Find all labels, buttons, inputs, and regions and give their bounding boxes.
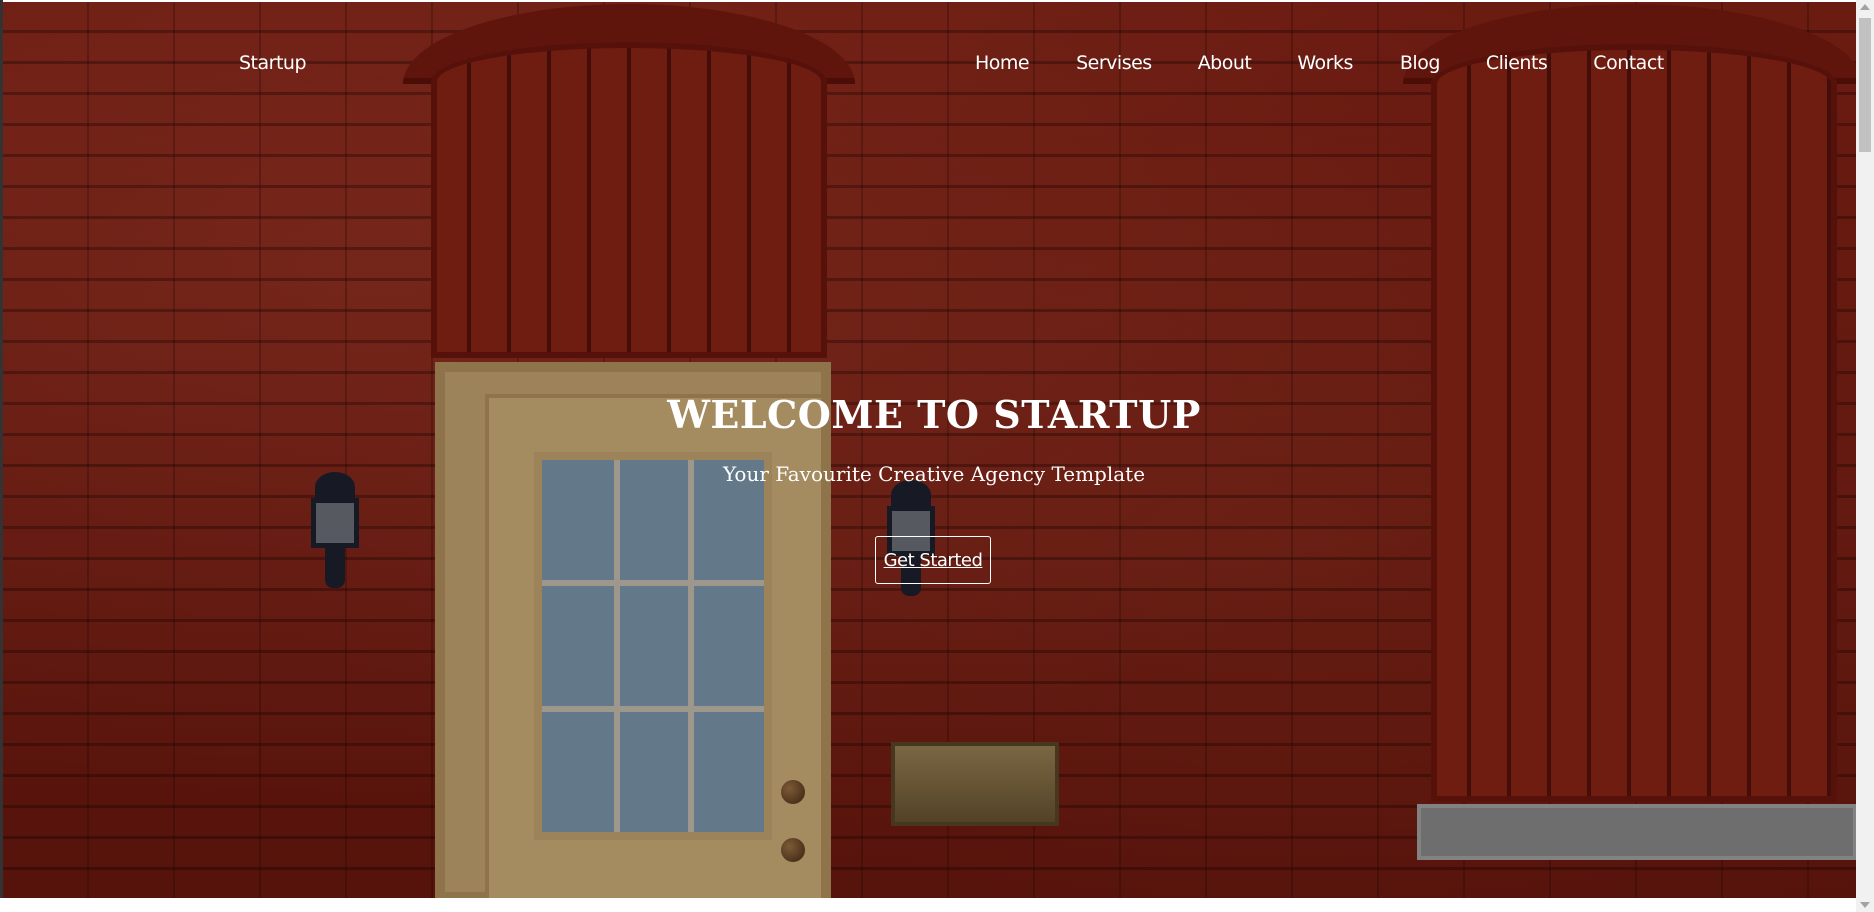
page-bottom-strip	[0, 898, 1856, 912]
door-lock	[781, 838, 805, 862]
door-window	[542, 460, 764, 832]
get-started-button[interactable]: Get Started	[875, 536, 991, 584]
scrollbar-thumb[interactable]	[1859, 18, 1871, 152]
scroll-up-arrow-icon[interactable]	[1860, 4, 1870, 10]
nav-home-link[interactable]: Home	[975, 52, 1030, 74]
nav-works-link[interactable]: Works	[1297, 52, 1353, 74]
window-sill	[1417, 804, 1856, 860]
wall-lamp-left	[305, 472, 365, 588]
brand-logo-link[interactable]: Startup	[239, 52, 307, 74]
door-knob	[781, 780, 805, 804]
mailbox	[891, 742, 1059, 826]
nav-blog-link[interactable]: Blog	[1400, 52, 1441, 74]
main-nav: Home Servises About Works Blog Clients C…	[975, 52, 1664, 74]
hero-subtitle: Your Favourite Creative Agency Template	[722, 462, 1146, 486]
browser-viewport: Startup Home Servises About Works Blog C…	[0, 0, 1874, 912]
hero-section: Startup Home Servises About Works Blog C…	[3, 2, 1856, 898]
scroll-down-arrow-icon[interactable]	[1860, 902, 1870, 908]
arched-shutter-left	[431, 42, 827, 358]
nav-services-link[interactable]: Servises	[1076, 52, 1152, 74]
nav-clients-link[interactable]: Clients	[1486, 52, 1548, 74]
nav-contact-link[interactable]: Contact	[1593, 52, 1664, 74]
hero-title: WELCOME TO STARTUP	[667, 392, 1201, 437]
vertical-scrollbar[interactable]	[1856, 0, 1874, 912]
nav-about-link[interactable]: About	[1198, 52, 1252, 74]
